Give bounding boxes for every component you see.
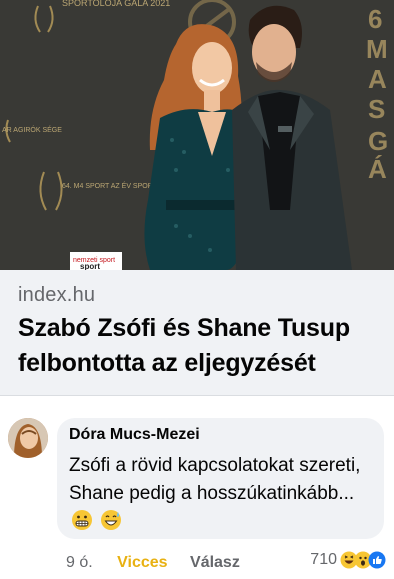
reaction-button[interactable]: Vicces [117,554,167,571]
grimacing-face-icon [72,510,92,530]
reply-button[interactable]: Válasz [190,554,240,571]
reaction-summary[interactable]: 710 [310,551,386,569]
svg-text:AR AGIRÓK SÉGE: AR AGIRÓK SÉGE [2,125,62,134]
article-photo[interactable]: SPORTOLÓJA GÁLA 2021 AR AGIRÓK SÉGE 64. … [0,0,394,270]
grinning-sweat-icon [101,510,122,530]
backdrop-text-top: SPORTOLÓJA GÁLA 2021 [62,0,170,8]
svg-text:SPORTOLÓJA GÁLA 2021: SPORTOLÓJA GÁLA 2021 [62,0,170,8]
avatar[interactable] [8,418,48,458]
backdrop-letter: G [368,126,388,156]
link-headline[interactable]: Szabó Zsófi és Shane Tusup felbontotta a… [18,311,384,381]
comment-actions: 9 ó. Vicces Válasz [66,554,252,572]
comment-author[interactable]: Dóra Mucs-Mezei [69,426,200,444]
backdrop-letter: M [366,34,388,64]
sponsor-logo-brand: sport [80,262,100,270]
link-preview-card[interactable]: SPORTOLÓJA GÁLA 2021 AR AGIRÓK SÉGE 64. … [0,0,394,396]
backdrop-text-mid: AR AGIRÓK SÉGE [2,125,62,134]
reaction-count: 710 [310,551,337,568]
like-icon [368,551,386,569]
backdrop-letter: Á [368,154,387,184]
link-domain: index.hu [18,284,96,306]
backdrop-letter: 6 [368,4,382,34]
backdrop-letter: S [368,94,385,124]
comment-body: Zsófi a rövid kapcsolatokat szereti, Sha… [69,455,361,504]
comment-time[interactable]: 9 ó. [66,554,93,571]
link-meta[interactable]: index.hu Szabó Zsófi és Shane Tusup felb… [18,283,384,381]
comment-text: Zsófi a rövid kapcsolatokat szereti, Sha… [69,452,369,536]
comment: Dóra Mucs-Mezei Zsófi a rövid kapcsolato… [0,396,394,579]
backdrop-letter: A [368,64,387,94]
comment-bubble: Dóra Mucs-Mezei Zsófi a rövid kapcsolato… [57,418,384,539]
